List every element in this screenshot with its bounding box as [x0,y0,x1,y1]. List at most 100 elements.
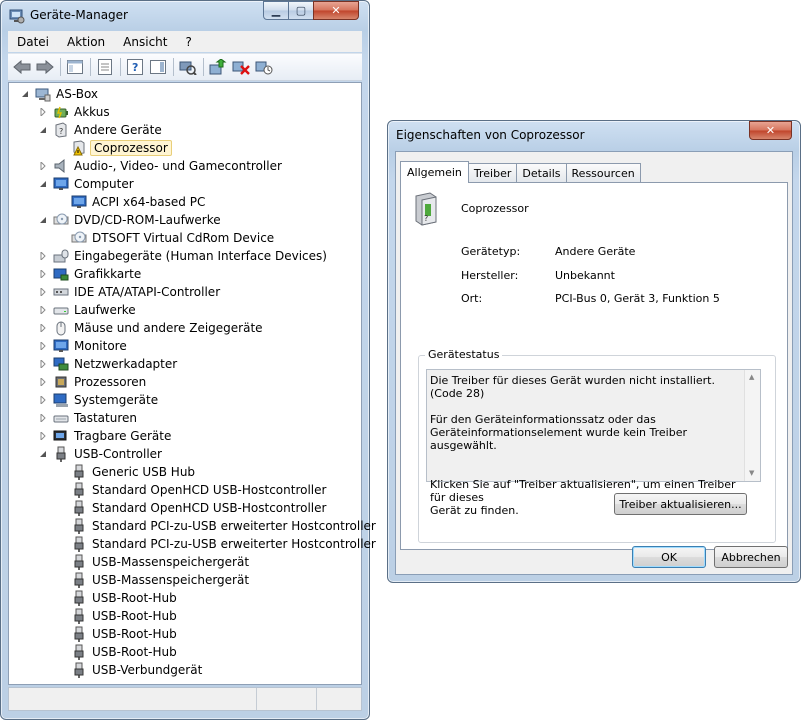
device-manager-app-icon [9,8,25,27]
dialog-title-bar[interactable]: Eigenschaften von Coprozessor ✕ [388,121,800,151]
location-value: PCI-Bus 0, Gerät 3, Funktion 5 [555,292,720,305]
device-status-title: Gerätestatus [425,348,503,361]
tree-item[interactable]: Grafikkarte [40,265,143,283]
collapsed-arrow-icon[interactable] [38,342,47,351]
cdrom-icon [71,230,87,246]
collapsed-arrow-icon[interactable] [38,396,47,405]
expanded-arrow-icon[interactable] [38,216,47,225]
status-scrollbar[interactable]: ▲ ▼ [744,370,760,481]
collapsed-arrow-icon[interactable] [38,252,47,261]
tree-item[interactable]: Generic USB Hub [71,463,197,481]
disable-device-button[interactable] [254,58,274,76]
expanded-arrow-icon[interactable] [20,90,29,99]
collapsed-arrow-icon[interactable] [38,288,47,297]
scroll-up-icon[interactable]: ▲ [749,371,754,384]
tree-item[interactable]: DTSOFT Virtual CdRom Device [71,229,276,247]
expanded-arrow-icon[interactable] [38,180,47,189]
tree-item[interactable]: AS-Box [21,85,100,103]
back-button[interactable] [12,58,32,76]
tree-item[interactable]: DVD/CD-ROM-Laufwerke [39,211,223,229]
collapsed-arrow-icon[interactable] [38,360,47,369]
tab-strip: Allgemein Treiber Details Ressourcen [400,161,641,183]
tree-item[interactable]: Prozessoren [40,373,148,391]
tree-item-label: USB-Root-Hub [92,645,177,659]
device-tree[interactable]: AS-Box Akkus? Andere Geräte Coprozessor Audi… [8,82,376,685]
expanded-arrow-icon[interactable] [38,126,47,135]
collapsed-arrow-icon[interactable] [38,306,47,315]
tree-item[interactable]: Standard PCI-zu-USB erweiterter Hostcont… [71,517,378,535]
usb-icon [71,500,87,516]
dialog-close-button[interactable]: ✕ [749,121,792,140]
collapsed-arrow-icon[interactable] [38,108,47,117]
menu-view[interactable]: Ansicht [114,35,176,49]
scroll-down-icon[interactable]: ▼ [749,467,754,480]
dialog-title: Eigenschaften von Coprozessor [396,128,585,142]
close-button[interactable]: ✕ [313,1,359,20]
menu-file[interactable]: Datei [8,35,58,49]
tree-item[interactable]: USB-Root-Hub [71,589,179,607]
tree-item-label: Generic USB Hub [92,465,196,479]
collapsed-arrow-icon[interactable] [38,270,47,279]
minimize-button[interactable]: ▁ [263,1,289,20]
collapsed-arrow-icon[interactable] [38,324,47,333]
menu-action[interactable]: Aktion [58,35,114,49]
tree-item[interactable]: Systemgeräte [40,391,160,409]
tab-resources[interactable]: Ressourcen [565,163,641,182]
tree-item-label: Tastaturen [74,411,137,425]
tree-item[interactable]: Standard OpenHCD USB-Hostcontroller [71,499,328,517]
properties-button[interactable] [95,58,115,76]
expanded-arrow-icon[interactable] [38,450,47,459]
tree-item-label: DTSOFT Virtual CdRom Device [92,231,275,245]
tree-item-label: IDE ATA/ATAPI-Controller [74,285,221,299]
ok-button[interactable]: OK [632,546,706,568]
tree-item[interactable]: ? Andere Geräte [39,121,164,139]
update-driver-toolbar-button[interactable] [208,58,228,76]
toolbar-separator [203,58,204,76]
show-hide-console-tree-button[interactable] [65,58,85,76]
tab-general[interactable]: Allgemein [400,161,469,183]
minimize-icon: ▁ [271,4,281,17]
tree-item[interactable]: USB-Controller [39,445,164,463]
tree-item[interactable]: Mäuse und andere Zeigegeräte [40,319,265,337]
tree-item[interactable]: USB-Verbundgerät [71,661,204,679]
tree-item[interactable]: USB-Massenspeichergerät [71,571,251,589]
tree-item[interactable]: Computer [39,175,136,193]
tree-item[interactable]: USB-Massenspeichergerät [71,553,251,571]
tree-item[interactable]: ACPI x64-based PC [71,193,207,211]
title-bar[interactable]: Geräte-Manager ▁ ▢ ✕ [1,1,369,31]
tree-item[interactable]: Audio-, Video- und Gamecontroller [40,157,284,175]
help-button[interactable]: ? [125,58,145,76]
tree-item[interactable]: Netzwerkadapter [40,355,179,373]
collapsed-arrow-icon[interactable] [38,378,47,387]
collapsed-arrow-icon[interactable] [38,432,47,441]
tree-item[interactable]: Akkus [40,103,112,121]
tree-item[interactable]: Laufwerke [40,301,138,319]
tree-item[interactable]: USB-Root-Hub [71,643,179,661]
tree-item[interactable]: Tastaturen [40,409,139,427]
tree-item[interactable]: Coprozessor [71,139,172,157]
tree-item[interactable]: Eingabegeräte (Human Interface Devices) [40,247,329,265]
tree-item[interactable]: Standard PCI-zu-USB erweiterter Hostcont… [71,535,378,553]
tree-item[interactable]: IDE ATA/ATAPI-Controller [40,283,222,301]
cancel-button[interactable]: Abbrechen [714,546,788,568]
device-status-textbox[interactable]: Die Treiber für dieses Gerät wurden nich… [426,369,761,517]
warning-device-icon [71,140,87,156]
tree-item[interactable]: Monitore [40,337,129,355]
tab-driver[interactable]: Treiber [467,163,518,182]
menu-help[interactable]: ? [176,35,200,49]
tree-item[interactable]: USB-Root-Hub [71,607,179,625]
uninstall-button[interactable] [231,58,251,76]
collapsed-arrow-icon[interactable] [38,162,47,171]
usb-icon [71,608,87,624]
action-pane-button[interactable] [148,58,168,76]
usb-icon [71,662,87,678]
tab-details[interactable]: Details [516,163,567,182]
tree-item[interactable]: USB-Root-Hub [71,625,179,643]
forward-button[interactable] [35,58,55,76]
update-driver-button[interactable]: Treiber aktualisieren... [614,493,747,515]
collapsed-arrow-icon[interactable] [38,414,47,423]
scan-hardware-button[interactable] [178,58,198,76]
tree-item[interactable]: Tragbare Geräte [40,427,173,445]
maximize-button[interactable]: ▢ [288,1,314,20]
tree-item[interactable]: Standard OpenHCD USB-Hostcontroller [71,481,328,499]
